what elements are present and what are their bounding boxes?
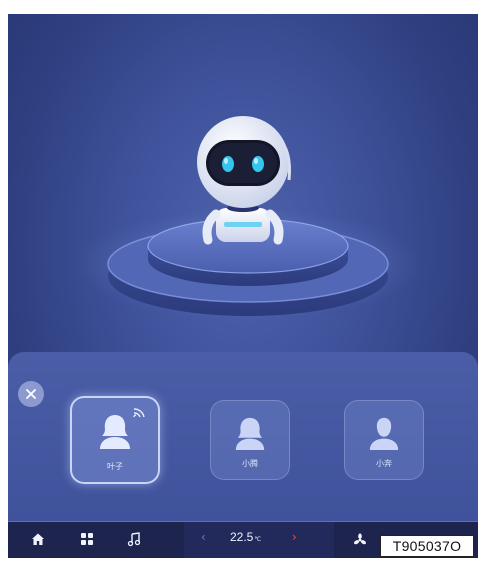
profile-name: 小奔 [376, 459, 392, 468]
music-icon[interactable] [126, 531, 142, 547]
male-user-icon [369, 417, 399, 450]
infotainment-screen: 叶子 小腾 小奔 ‹ 22.5℃ › [8, 14, 478, 558]
profile-name: 小腾 [242, 459, 258, 468]
female-user-icon [235, 417, 265, 450]
profile-name: 叶子 [107, 462, 123, 471]
profile-card-yezi[interactable]: 叶子 [70, 396, 160, 484]
female-user-icon [100, 415, 130, 449]
assistant-stage [8, 14, 478, 354]
profile-selection-panel: 叶子 小腾 小奔 [8, 352, 478, 522]
figure-code-label: T905037O [380, 535, 474, 557]
close-button[interactable] [18, 381, 44, 407]
home-icon[interactable] [30, 531, 46, 547]
chevron-left-icon[interactable]: ‹ [201, 530, 206, 544]
temperature-unit: ℃ [254, 537, 262, 543]
fan-icon[interactable] [353, 533, 367, 547]
robot-assistant-avatar[interactable] [178, 100, 308, 250]
temperature-display: 22.5℃ [230, 530, 261, 544]
chevron-right-icon[interactable]: › [292, 530, 297, 544]
profile-card-xiaoteng[interactable]: 小腾 [210, 400, 290, 480]
temperature-value: 22.5 [230, 530, 254, 544]
profile-card-xiaoben[interactable]: 小奔 [344, 400, 424, 480]
apps-grid-icon[interactable] [79, 531, 95, 547]
voice-wave-icon [133, 408, 145, 418]
close-icon [26, 389, 36, 399]
